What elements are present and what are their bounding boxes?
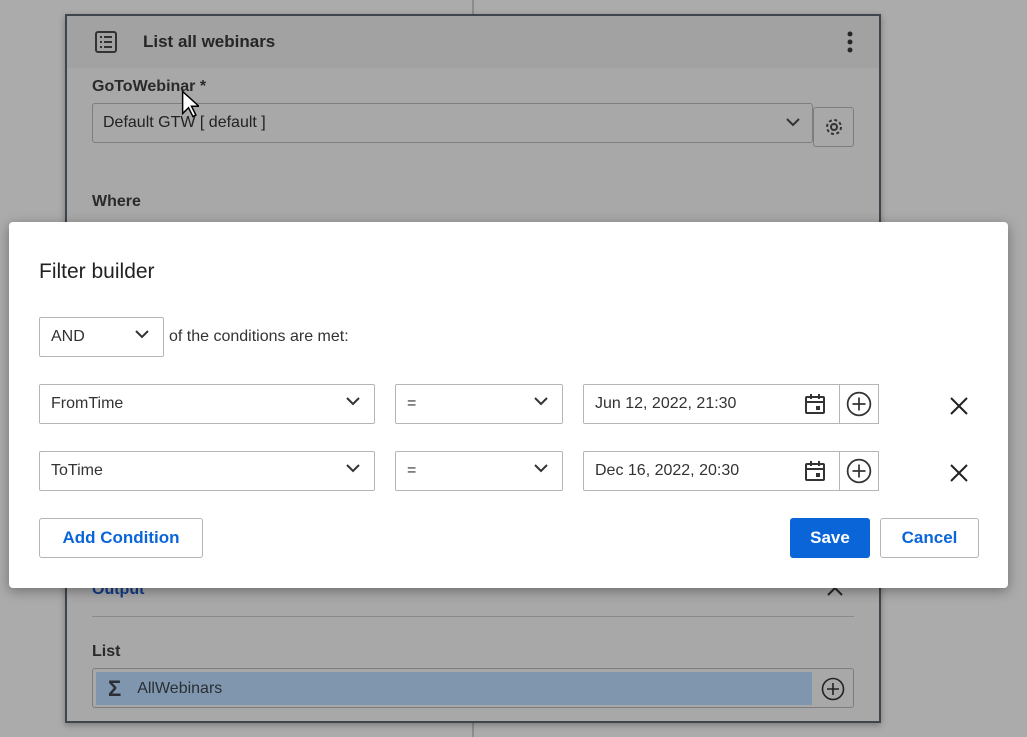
chevron-down-icon [135,330,149,339]
field-select[interactable]: ToTime [39,451,375,491]
add-circle-icon[interactable] [821,677,845,701]
operator-select[interactable]: = [395,451,563,491]
chevron-down-icon [346,464,360,473]
operator-value: = [407,395,417,412]
list-field[interactable]: Σ AllWebinars [92,668,854,708]
field-select[interactable]: FromTime [39,384,375,424]
save-button[interactable]: Save [790,518,870,558]
chevron-down-icon [534,397,548,406]
date-value: Dec 16, 2022, 20:30 [595,462,740,479]
chevron-down-icon [786,118,800,127]
dialog-title: Filter builder [39,260,155,283]
cancel-button[interactable]: Cancel [880,518,979,558]
remove-condition-icon[interactable] [950,464,968,482]
logic-suffix: of the conditions are met: [169,328,349,345]
remove-condition-icon[interactable] [950,397,968,415]
list-icon [95,31,117,53]
flow-connector-top [472,0,474,14]
add-value-button[interactable] [839,451,879,491]
flow-connector-bottom [472,723,474,737]
where-label: Where [92,193,141,210]
gear-icon [825,119,842,135]
card-title: List all webinars [143,32,276,51]
add-circle-icon [846,458,872,484]
date-input[interactable]: Dec 16, 2022, 20:30 [583,451,879,491]
more-options-icon[interactable] [847,31,853,53]
field-value: ToTime [51,462,103,479]
logic-value: AND [51,328,85,345]
add-value-button[interactable] [839,384,879,424]
sigma-icon: Σ [108,675,122,701]
list-value: AllWebinars [137,679,223,697]
chevron-down-icon [534,464,548,473]
variable-chip[interactable]: Σ AllWebinars [96,672,812,705]
date-value: Jun 12, 2022, 21:30 [595,395,737,412]
gotowebinar-select[interactable]: Default GTW [ default ] [92,103,813,143]
divider [92,616,854,617]
logic-select[interactable]: AND [39,317,164,357]
operator-select[interactable]: = [395,384,563,424]
calendar-icon[interactable] [804,460,826,482]
add-condition-button[interactable]: Add Condition [39,518,203,558]
calendar-icon[interactable] [804,393,826,415]
card-header: List all webinars [67,16,879,68]
operator-value: = [407,462,417,479]
field-value: FromTime [51,395,124,412]
settings-button[interactable] [813,107,854,147]
mouse-cursor-icon [181,90,199,118]
list-label: List [92,643,121,660]
add-circle-icon [846,391,872,417]
filter-builder-dialog: Filter builder AND of the conditions are… [9,222,1008,588]
chevron-down-icon [346,397,360,406]
date-input[interactable]: Jun 12, 2022, 21:30 [583,384,879,424]
